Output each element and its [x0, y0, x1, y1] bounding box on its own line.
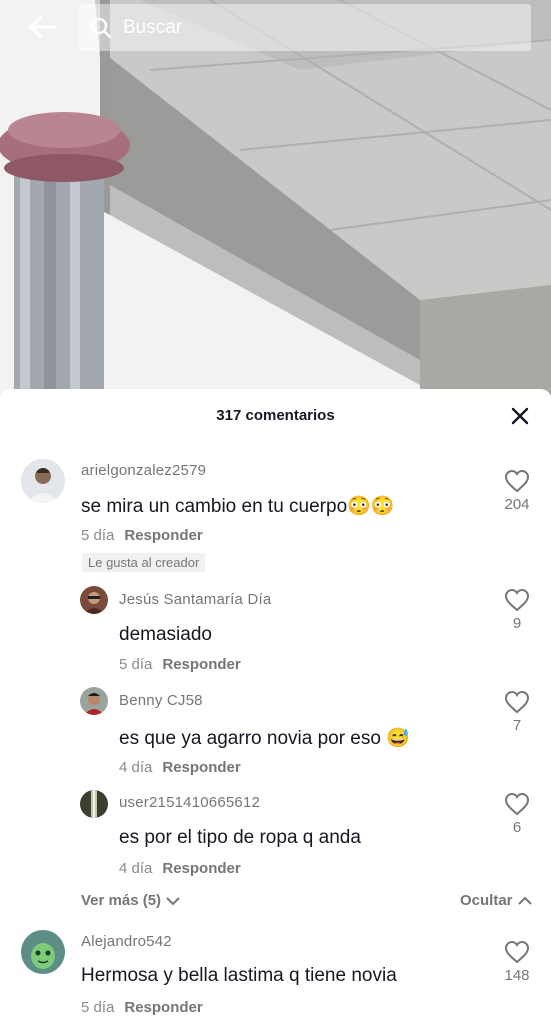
comment-time: 5 día [81, 527, 115, 544]
avatar[interactable] [80, 586, 108, 614]
like-button[interactable]: 6 [497, 792, 537, 836]
reply-button[interactable]: Responder [124, 527, 202, 544]
reply-time: 4 día [119, 860, 153, 877]
comment-username[interactable]: Alejandro542 [81, 933, 172, 950]
hide-replies[interactable]: Ocultar [460, 892, 533, 909]
heart-outline-icon [504, 940, 530, 964]
top-bar [0, 0, 551, 54]
reply-meta: 4 día Responder [119, 860, 241, 877]
chevron-up-icon [517, 896, 532, 905]
creator-liked-badge: Le gusta al creador [82, 553, 206, 572]
search-icon [90, 17, 112, 38]
comments-sheet: 317 comentarios arielgonzalez2579 se mir… [0, 389, 551, 1029]
reply-time: 5 día [119, 656, 153, 673]
like-count: 6 [512, 819, 522, 836]
heart-outline-icon [504, 588, 530, 612]
reply-button[interactable]: Responder [162, 656, 240, 673]
reply-text: es por el tipo de ropa q anda [119, 827, 361, 848]
reply-meta: 4 día Responder [119, 759, 241, 776]
comment-username[interactable]: arielgonzalez2579 [81, 462, 206, 479]
reply-username[interactable]: Jesús Santamaría Día [119, 591, 271, 608]
like-count: 7 [512, 717, 522, 734]
comment-meta: 5 día Responder [81, 999, 203, 1016]
video-background [0, 0, 551, 395]
avatar[interactable] [21, 459, 65, 503]
reply-time: 4 día [119, 759, 153, 776]
like-button[interactable]: 9 [497, 588, 537, 632]
comment-meta: 5 día Responder [81, 527, 203, 544]
like-button[interactable]: 7 [497, 690, 537, 734]
avatar[interactable] [80, 790, 108, 818]
ceiling-image [0, 0, 551, 395]
comments-count-title: 317 comentarios [216, 407, 335, 424]
close-icon [511, 407, 529, 425]
reply-button[interactable]: Responder [162, 860, 240, 877]
reply-text: es que ya agarro novia por eso 😅 [119, 728, 410, 749]
search-input[interactable] [121, 15, 505, 40]
heart-outline-icon [504, 690, 530, 714]
close-button[interactable] [507, 403, 533, 429]
hide-label: Ocultar [460, 892, 513, 909]
heart-outline-icon [504, 469, 530, 493]
view-more-label: Ver más (5) [81, 892, 162, 909]
back-button[interactable] [22, 10, 62, 44]
chevron-down-icon [166, 896, 180, 905]
reply-username[interactable]: user2151410665612 [119, 794, 260, 811]
comment-time: 5 día [81, 999, 115, 1016]
reply-button[interactable]: Responder [162, 759, 240, 776]
like-count: 9 [512, 615, 522, 632]
heart-outline-icon [504, 792, 530, 816]
comment-text: se mira un cambio en tu cuerpo😳😳 [81, 496, 395, 517]
back-arrow-icon [29, 15, 56, 39]
like-button[interactable]: 148 [497, 940, 537, 984]
reply-button[interactable]: Responder [124, 999, 202, 1016]
avatar[interactable] [80, 687, 108, 715]
reply-text: demasiado [119, 624, 212, 645]
view-more-replies[interactable]: Ver más (5) [81, 892, 181, 909]
like-count: 204 [504, 496, 530, 513]
avatar[interactable] [21, 930, 65, 974]
reply-meta: 5 día Responder [119, 656, 241, 673]
like-button[interactable]: 204 [497, 469, 537, 513]
like-count: 148 [504, 967, 530, 984]
reply-username[interactable]: Benny CJ58 [119, 692, 203, 709]
search-bar[interactable] [79, 4, 531, 51]
comment-text: Hermosa y bella lastima q tiene novia [81, 965, 397, 986]
